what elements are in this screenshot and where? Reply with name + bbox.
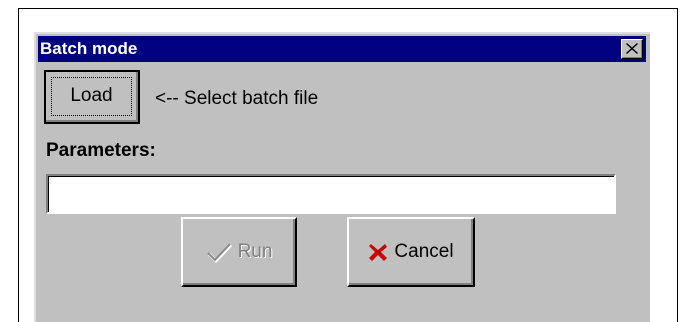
- dialog-title: Batch mode: [40, 39, 138, 58]
- load-button[interactable]: Load: [44, 70, 140, 124]
- run-button[interactable]: Run: [181, 217, 297, 287]
- parameters-input[interactable]: [46, 174, 616, 214]
- batch-mode-dialog: Batch mode Load <-- Select batch file Pa…: [34, 32, 650, 322]
- load-button-label: Load: [51, 77, 132, 116]
- title-bar[interactable]: Batch mode: [38, 36, 646, 62]
- cancel-button[interactable]: Cancel: [347, 217, 475, 287]
- close-icon: [626, 43, 638, 54]
- parameters-label: Parameters:: [46, 140, 156, 161]
- close-button[interactable]: [621, 39, 643, 59]
- red-x-icon: [369, 244, 388, 261]
- load-hint: <-- Select batch file: [155, 88, 319, 109]
- cancel-button-label: Cancel: [394, 241, 454, 262]
- checkmark-icon: [206, 243, 232, 263]
- page: Batch mode Load <-- Select batch file Pa…: [0, 0, 698, 322]
- run-button-label: Run: [237, 241, 273, 262]
